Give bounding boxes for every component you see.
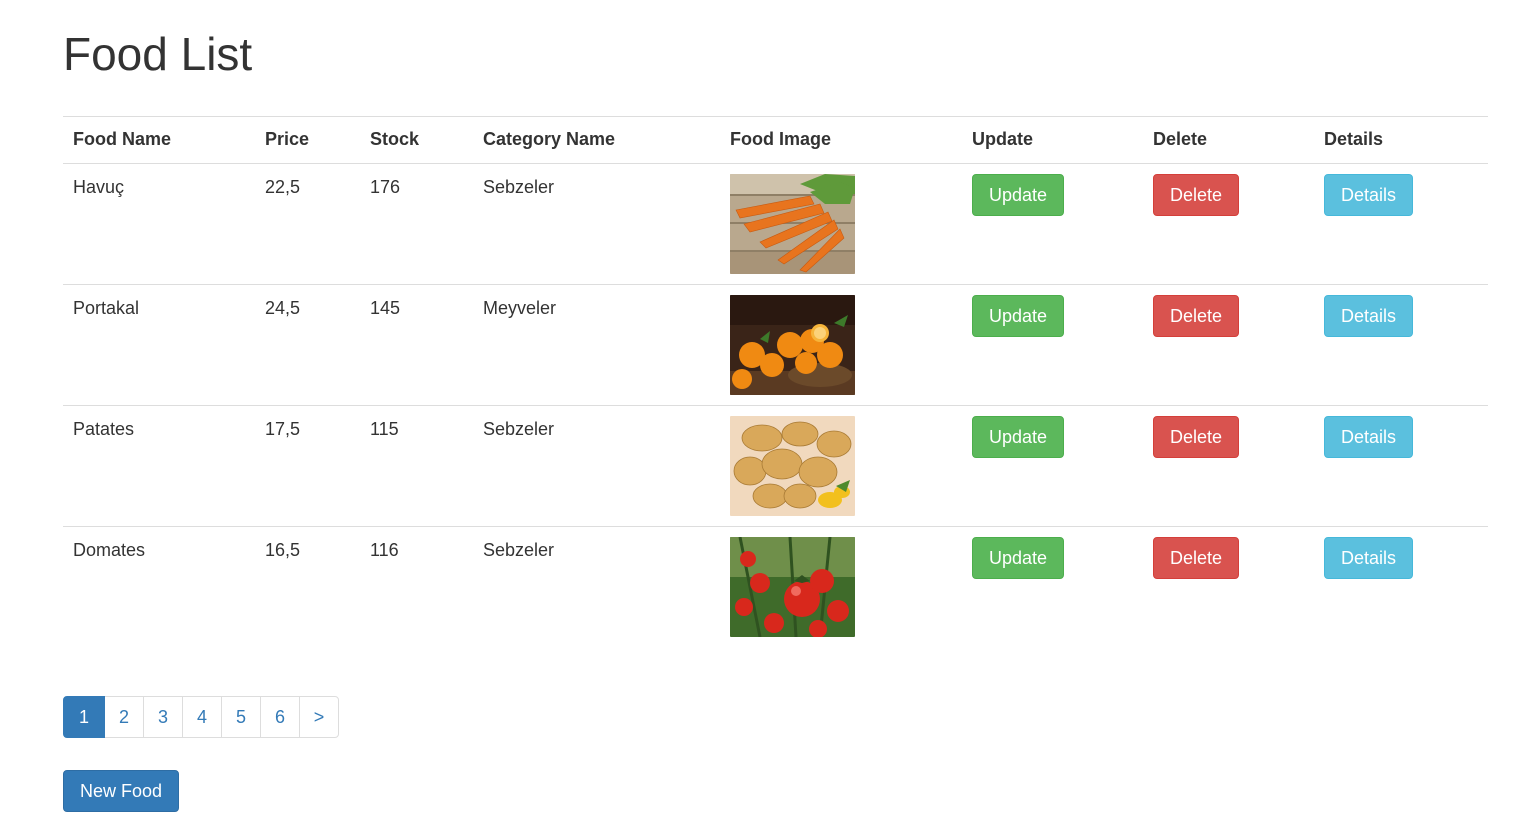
new-food-button[interactable]: New Food	[63, 770, 180, 812]
delete-cell: Delete	[1143, 284, 1314, 406]
details-button[interactable]: Details	[1324, 416, 1414, 458]
page-link-6[interactable]: 6	[260, 696, 300, 738]
delete-cell: Delete	[1143, 405, 1314, 527]
update-cell: Update	[962, 526, 1143, 648]
food-table: Food Name Price Stock Category Name Food…	[63, 116, 1488, 648]
header-food-image: Food Image	[720, 116, 962, 164]
stock-cell: 145	[360, 284, 473, 406]
header-food-name: Food Name	[63, 116, 255, 164]
details-button[interactable]: Details	[1324, 537, 1414, 579]
details-cell: Details	[1314, 164, 1488, 285]
food-image-cell	[720, 405, 962, 527]
page-link-2[interactable]: 2	[104, 696, 144, 738]
update-cell: Update	[962, 405, 1143, 527]
details-cell: Details	[1314, 405, 1488, 527]
page-title: Food List	[63, 28, 253, 80]
details-cell: Details	[1314, 284, 1488, 406]
page-link-3[interactable]: 3	[143, 696, 183, 738]
stock-cell: 176	[370, 177, 401, 197]
category-cell: Meyveler	[473, 284, 720, 406]
table-row: Patates 17,5 115 Sebzeler Update Delete …	[63, 405, 1488, 527]
next-page-link[interactable]: >	[299, 696, 339, 738]
food-image-cell	[720, 164, 962, 285]
table-row: Domates 16,5 116 Sebzeler Update Delete …	[63, 526, 1488, 648]
page-link-5[interactable]: 5	[221, 696, 261, 738]
price-cell: 16,5	[255, 526, 360, 648]
delete-button[interactable]: Delete	[1153, 295, 1240, 337]
header-delete: Delete	[1143, 116, 1314, 164]
tomato-photo	[730, 537, 855, 637]
update-cell: Update	[962, 284, 1143, 406]
delete-cell: Delete	[1143, 164, 1314, 285]
table-row: Portakal 24,5 145 Meyveler Update Delete…	[63, 284, 1488, 406]
table-header-row: Food Name Price Stock Category Name Food…	[63, 116, 1488, 164]
price-cell: 24,5	[255, 284, 360, 406]
category-cell: Sebzeler	[473, 526, 720, 648]
header-update: Update	[962, 116, 1143, 164]
potato-photo	[730, 416, 855, 516]
food-image-cell	[720, 526, 962, 648]
delete-cell: Delete	[1143, 526, 1314, 648]
page-link-4[interactable]: 4	[182, 696, 222, 738]
details-cell: Details	[1314, 526, 1488, 648]
pagination: 1 2 3 4 5 6 >	[63, 696, 339, 738]
page-link-1[interactable]: 1	[63, 696, 105, 738]
price-cell: 17,5	[255, 405, 360, 527]
update-button[interactable]: Update	[972, 416, 1065, 458]
stock-cell: 116	[360, 526, 473, 648]
food-image-cell	[720, 284, 962, 406]
delete-button[interactable]: Delete	[1153, 416, 1240, 458]
delete-button[interactable]: Delete	[1153, 174, 1240, 216]
food-name-cell: Domates	[63, 526, 255, 648]
header-category-name: Category Name	[473, 116, 720, 164]
update-button[interactable]: Update	[972, 174, 1065, 216]
food-name-cell: Patates	[63, 405, 255, 527]
delete-button[interactable]: Delete	[1153, 537, 1240, 579]
header-stock: Stock	[360, 116, 473, 164]
details-button[interactable]: Details	[1324, 295, 1414, 337]
update-button[interactable]: Update	[972, 295, 1065, 337]
orange-photo	[730, 295, 855, 395]
table-row: Havuç 22,5 176 Sebzeler Update Delete De…	[63, 164, 1488, 285]
category-cell: Sebzeler	[473, 405, 720, 527]
price-cell: 22,5	[265, 177, 301, 197]
food-name-cell: Portakal	[63, 284, 255, 406]
details-button[interactable]: Details	[1324, 174, 1414, 216]
header-price: Price	[255, 116, 360, 164]
food-name-cell: Havuç	[73, 177, 125, 197]
update-cell: Update	[962, 164, 1143, 285]
category-cell: Sebzeler	[483, 177, 555, 197]
update-button[interactable]: Update	[972, 537, 1065, 579]
stock-cell: 115	[360, 405, 473, 527]
carrot-photo	[730, 174, 855, 274]
header-details: Details	[1314, 116, 1488, 164]
